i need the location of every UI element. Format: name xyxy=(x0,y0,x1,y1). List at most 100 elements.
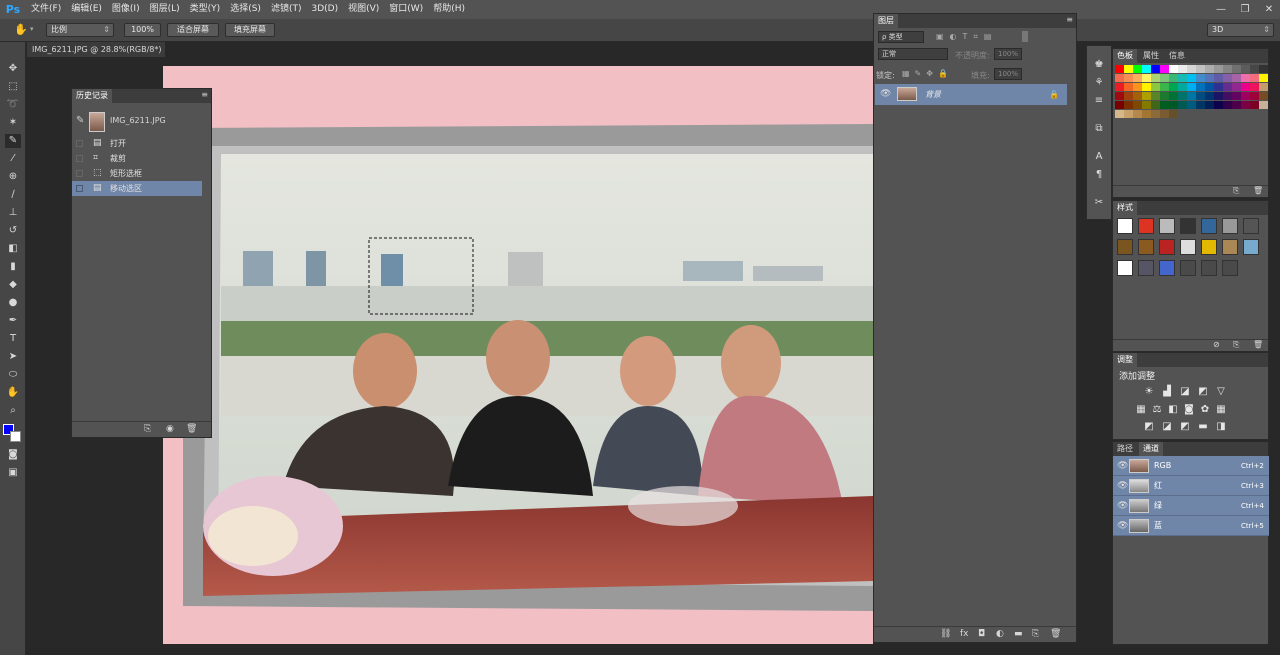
color-swatch[interactable] xyxy=(1160,110,1169,118)
color-swatch[interactable] xyxy=(1214,65,1223,73)
exposure-icon[interactable]: ◩ xyxy=(1197,386,1209,398)
adjustments-panel-title[interactable]: 调整 xyxy=(1113,353,1137,367)
menu-help[interactable]: 帮助(H) xyxy=(428,0,470,19)
color-swatch[interactable] xyxy=(1196,92,1205,100)
menu-image[interactable]: 图像(I) xyxy=(107,0,145,19)
color-swatch[interactable] xyxy=(1259,65,1268,73)
color-swatch[interactable] xyxy=(1214,101,1223,109)
color-swatch[interactable] xyxy=(1151,92,1160,100)
color-swatch[interactable] xyxy=(1133,74,1142,82)
background-color-swatch[interactable] xyxy=(10,431,21,442)
move-tool-icon[interactable]: ✥ xyxy=(5,62,21,76)
color-swatch[interactable] xyxy=(1151,83,1160,91)
quick-select-tool-icon[interactable]: ✎ xyxy=(5,134,21,148)
color-swatch[interactable] xyxy=(1232,92,1241,100)
color-swatch[interactable] xyxy=(1259,74,1268,82)
style-preset[interactable] xyxy=(1201,239,1217,255)
restore-button[interactable]: ❐ xyxy=(1238,4,1252,15)
color-swatch[interactable] xyxy=(1115,83,1124,91)
color-swatch[interactable] xyxy=(1142,65,1151,73)
color-swatch[interactable] xyxy=(1133,110,1142,118)
opacity-field[interactable]: 100% xyxy=(994,48,1022,60)
selective-color-icon[interactable]: ◨ xyxy=(1215,421,1227,433)
color-swatch[interactable] xyxy=(1169,110,1178,118)
color-swatch[interactable] xyxy=(1196,83,1205,91)
paragraph-icon[interactable]: ¶ xyxy=(1091,168,1107,182)
path-select-tool-icon[interactable]: ➤ xyxy=(5,350,21,364)
color-swatch[interactable] xyxy=(1187,92,1196,100)
visibility-eye-icon[interactable]: 👁 xyxy=(1117,456,1128,476)
character-icon[interactable]: A xyxy=(1091,150,1107,164)
hand-tool-icon[interactable]: ✋ xyxy=(5,386,21,400)
color-swatch[interactable] xyxy=(1223,83,1232,91)
color-swatch[interactable] xyxy=(1142,110,1151,118)
document-tab[interactable]: IMG_6211.JPG @ 28.8%(RGB/8*) * xyxy=(27,42,165,69)
history-item[interactable]: ⬚ 矩形选框 xyxy=(72,166,202,181)
camera-snapshot-icon[interactable]: ◉ xyxy=(166,424,174,434)
trash-icon[interactable]: 🗑 xyxy=(186,424,197,434)
style-preset[interactable] xyxy=(1243,218,1259,234)
menu-select[interactable]: 选择(S) xyxy=(225,0,266,19)
levels-icon[interactable]: ▟ xyxy=(1161,386,1173,398)
pen-tool-icon[interactable]: ✒ xyxy=(5,314,21,328)
tool-presets-icon[interactable]: ✂ xyxy=(1091,196,1107,210)
fx-icon[interactable]: fx xyxy=(960,629,969,639)
curves-icon[interactable]: ◪ xyxy=(1179,386,1191,398)
color-swatch[interactable] xyxy=(1214,83,1223,91)
style-preset[interactable] xyxy=(1117,239,1133,255)
history-item-selected[interactable]: ▤ 移动选区 xyxy=(72,181,202,196)
color-swatch[interactable] xyxy=(1160,92,1169,100)
photo-filter-icon[interactable]: ◙ xyxy=(1183,404,1195,416)
color-swatch[interactable] xyxy=(1223,65,1232,73)
tab-properties[interactable]: 属性 xyxy=(1139,49,1163,63)
color-swatch[interactable] xyxy=(1124,92,1133,100)
color-swatch[interactable] xyxy=(1142,74,1151,82)
style-preset[interactable] xyxy=(1222,218,1238,234)
color-swatch[interactable] xyxy=(1205,83,1214,91)
color-swatch[interactable] xyxy=(1232,65,1241,73)
color-swatch[interactable] xyxy=(1241,101,1250,109)
color-swatch[interactable] xyxy=(1205,92,1214,100)
color-balance-icon[interactable]: ⚖ xyxy=(1151,404,1163,416)
screen-mode-icon[interactable]: ▣ xyxy=(5,466,21,480)
menu-file[interactable]: 文件(F) xyxy=(26,0,66,19)
layer-filter-select[interactable]: ρ 类型 xyxy=(878,31,924,43)
color-swatch[interactable] xyxy=(1160,83,1169,91)
style-preset[interactable] xyxy=(1201,260,1217,276)
color-swatch[interactable] xyxy=(1250,74,1259,82)
new-document-from-state-icon[interactable]: ⎘ xyxy=(144,424,151,434)
dodge-tool-icon[interactable]: ● xyxy=(5,296,21,310)
new-swatch-icon[interactable]: ⎘ xyxy=(1233,186,1239,196)
blend-mode-select[interactable]: 正常 xyxy=(878,48,948,60)
color-swatch[interactable] xyxy=(1115,110,1124,118)
stamp-tool-icon[interactable]: ⊥ xyxy=(5,206,21,220)
color-swatch[interactable] xyxy=(1133,92,1142,100)
style-preset[interactable] xyxy=(1138,260,1154,276)
menu-3d[interactable]: 3D(D) xyxy=(306,0,343,19)
channel-mixer-icon[interactable]: ✿ xyxy=(1199,404,1211,416)
trash-icon[interactable]: 🗑 xyxy=(1253,186,1263,195)
hand-icon[interactable]: ✋ xyxy=(14,23,28,36)
trash-icon[interactable]: 🗑 xyxy=(1050,629,1061,639)
vibrance-icon[interactable]: ▽ xyxy=(1215,386,1227,398)
ratio-select[interactable]: 比例 ⇕ xyxy=(46,23,114,37)
menu-filter[interactable]: 滤镜(T) xyxy=(266,0,307,19)
layers-panel-title[interactable]: 图层 xyxy=(874,14,898,28)
eraser-tool-icon[interactable]: ◧ xyxy=(5,242,21,256)
color-swatch[interactable] xyxy=(1250,101,1259,109)
style-preset[interactable] xyxy=(1180,260,1196,276)
color-swatch[interactable] xyxy=(1259,92,1268,100)
color-swatch[interactable] xyxy=(1151,74,1160,82)
menu-type[interactable]: 类型(Y) xyxy=(185,0,226,19)
color-swatch[interactable] xyxy=(1115,74,1124,82)
color-swatch[interactable] xyxy=(1178,92,1187,100)
close-button[interactable]: ✕ xyxy=(1262,4,1276,15)
history-item[interactable]: ⌗ 裁剪 xyxy=(72,151,202,166)
color-swatch[interactable] xyxy=(1205,65,1214,73)
channel-row-green[interactable]: 👁 绿 Ctrl+4 xyxy=(1113,496,1269,516)
brush-settings-icon[interactable]: ≡ xyxy=(1091,94,1107,108)
3d-scene-icon[interactable]: ♚ xyxy=(1091,58,1107,72)
healing-tool-icon[interactable]: ⊕ xyxy=(5,170,21,184)
history-brush-tool-icon[interactable]: ↺ xyxy=(5,224,21,238)
color-swatch[interactable] xyxy=(1223,101,1232,109)
